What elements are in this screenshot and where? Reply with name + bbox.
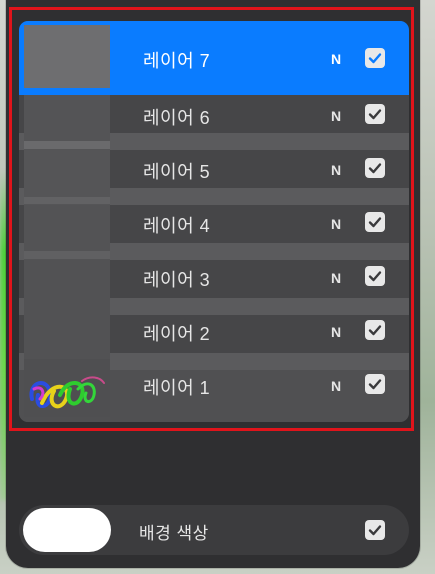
checkmark-icon bbox=[368, 271, 382, 282]
layer-name: 레이어 4 bbox=[143, 216, 211, 236]
layer-name: 레이어 6 bbox=[143, 108, 211, 128]
layer-name: 레이어 1 bbox=[143, 378, 211, 398]
checkmark-icon bbox=[368, 325, 382, 336]
blend-mode-button[interactable]: N bbox=[331, 378, 341, 394]
visibility-checkbox[interactable] bbox=[365, 48, 385, 68]
layer-thumbnail-edge bbox=[24, 251, 110, 259]
checkmark-icon bbox=[368, 379, 382, 390]
layer-thumbnail-edge bbox=[24, 197, 110, 204]
layer-thumbnail bbox=[24, 25, 110, 88]
visibility-checkbox[interactable] bbox=[365, 104, 385, 124]
layer-name: 레이어 3 bbox=[143, 270, 211, 290]
checkmark-icon bbox=[368, 163, 382, 174]
blend-mode-button[interactable]: N bbox=[331, 162, 341, 178]
background-color-row[interactable]: 배경 색상 bbox=[19, 505, 409, 555]
visibility-checkbox[interactable] bbox=[365, 374, 385, 394]
layer-name: 레이어 2 bbox=[143, 324, 211, 344]
layer-name: 레이어 7 bbox=[143, 51, 211, 71]
visibility-checkbox[interactable] bbox=[365, 158, 385, 178]
blend-mode-button[interactable]: N bbox=[331, 324, 341, 340]
layer-list: 레이어 7 N 레이어 6 N 레이어 5 N 레이어 4 N 레이어 3 N bbox=[19, 21, 409, 422]
background-color-label: 배경 색상 bbox=[139, 524, 209, 543]
blend-mode-button[interactable]: N bbox=[331, 216, 341, 232]
checkmark-icon bbox=[368, 217, 382, 228]
blend-mode-button[interactable]: N bbox=[331, 108, 341, 124]
checkmark-icon bbox=[368, 53, 382, 64]
background-color-swatch[interactable] bbox=[23, 508, 111, 552]
visibility-checkbox[interactable] bbox=[365, 212, 385, 232]
layer-name: 레이어 5 bbox=[143, 162, 211, 182]
layer-thumbnail bbox=[24, 260, 110, 323]
blend-mode-button[interactable]: N bbox=[331, 51, 341, 67]
background-visibility-checkbox[interactable] bbox=[365, 520, 385, 540]
layer-thumbnail-edge bbox=[24, 141, 110, 149]
scribble-artwork-icon bbox=[29, 376, 105, 409]
layer-row-7[interactable]: 레이어 7 N bbox=[19, 21, 409, 95]
checkmark-icon bbox=[368, 109, 382, 120]
checkmark-icon bbox=[368, 525, 382, 536]
layer-thumbnail bbox=[24, 359, 110, 417]
visibility-checkbox[interactable] bbox=[365, 320, 385, 340]
blend-mode-button[interactable]: N bbox=[331, 270, 341, 286]
visibility-checkbox[interactable] bbox=[365, 266, 385, 286]
